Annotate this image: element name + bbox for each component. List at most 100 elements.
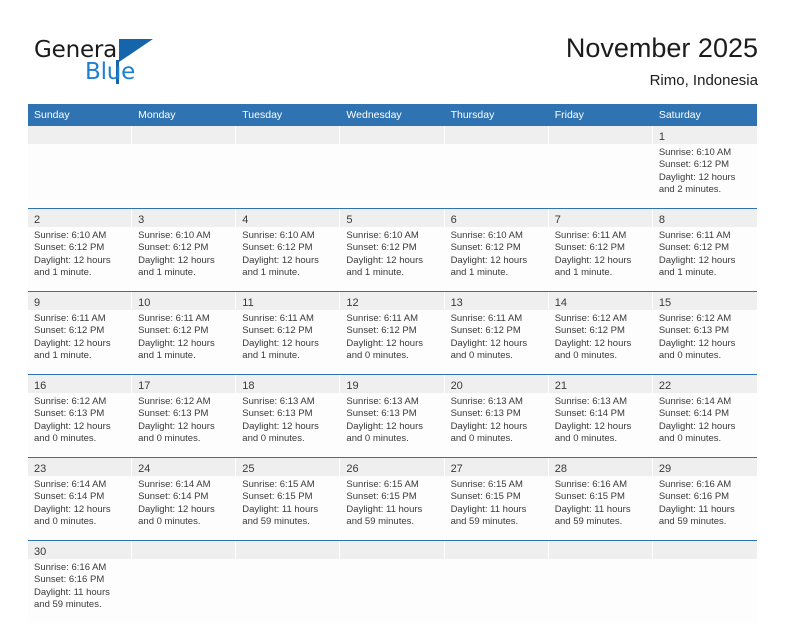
- calendar-week-row: 30 Sunrise: 6:16 AM Sunset: 6:16 PM Dayligh…: [28, 540, 757, 623]
- day-cell[interactable]: 10 Sunrise: 6:11 AM Sunset: 6:12 PM Dayligh…: [132, 292, 237, 374]
- day-details: [28, 144, 132, 208]
- daylight-text-cont: and 59 minutes.: [242, 516, 310, 528]
- week-days: 9 Sunrise: 6:11 AM Sunset: 6:12 PM Daylight…: [28, 292, 757, 374]
- day-details: Sunrise: 6:14 AM Sunset: 6:14 PM Daylight:…: [28, 476, 132, 540]
- daylight-text: Daylight: 12 hours: [34, 254, 111, 266]
- general-blue-logo[interactable]: General Blue: [34, 38, 224, 90]
- day-number-band: 25: [236, 458, 341, 476]
- day-number-band: 24: [132, 458, 237, 476]
- daylight-text-cont: and 1 minute.: [450, 267, 509, 279]
- day-cell[interactable]: 25 Sunrise: 6:15 AM Sunset: 6:15 PM Dayligh…: [236, 458, 341, 540]
- day-number-band: [444, 541, 549, 559]
- daylight-text: Daylight: 11 hours: [242, 503, 319, 515]
- day-number: 30: [34, 546, 47, 558]
- day-number-band: 23: [28, 458, 133, 476]
- day-number: 28: [554, 463, 567, 475]
- day-cell-empty: [236, 126, 341, 208]
- day-cell-empty: [132, 126, 237, 208]
- day-cell[interactable]: 6 Sunrise: 6:10 AM Sunset: 6:12 PM Daylight…: [444, 209, 549, 291]
- week-days: 2 Sunrise: 6:10 AM Sunset: 6:12 PM Daylight…: [28, 209, 757, 291]
- day-cell[interactable]: 21 Sunrise: 6:13 AM Sunset: 6:14 PM Dayligh…: [548, 375, 653, 457]
- day-cell[interactable]: 23 Sunrise: 6:14 AM Sunset: 6:14 PM Dayligh…: [28, 458, 133, 540]
- daylight-text-cont: and 0 minutes.: [554, 433, 618, 445]
- sunset-text: Sunset: 6:15 PM: [242, 491, 313, 503]
- week-days: 16 Sunrise: 6:12 AM Sunset: 6:13 PM Dayligh…: [28, 375, 757, 457]
- day-number: 17: [138, 380, 151, 392]
- day-cell[interactable]: 7 Sunrise: 6:11 AM Sunset: 6:12 PM Daylight…: [548, 209, 653, 291]
- day-number-band: 1: [652, 126, 757, 144]
- day-cell[interactable]: 1 Sunrise: 6:10 AM Sunset: 6:12 PM Daylight…: [652, 126, 757, 208]
- daylight-text: Daylight: 12 hours: [658, 171, 736, 183]
- day-cell[interactable]: 19 Sunrise: 6:13 AM Sunset: 6:13 PM Dayligh…: [340, 375, 445, 457]
- day-cell[interactable]: 4 Sunrise: 6:10 AM Sunset: 6:12 PM Daylight…: [236, 209, 341, 291]
- daylight-text-cont: and 0 minutes.: [34, 433, 97, 445]
- day-cell[interactable]: 27 Sunrise: 6:15 AM Sunset: 6:15 PM Dayligh…: [444, 458, 549, 540]
- day-details: [445, 144, 549, 208]
- day-details: Sunrise: 6:12 AM Sunset: 6:12 PM Daylight:…: [549, 310, 653, 374]
- day-details: Sunrise: 6:16 AM Sunset: 6:16 PM Daylight:…: [653, 476, 757, 540]
- day-number-band: 4: [236, 209, 341, 227]
- weekday-header-friday: Friday: [554, 109, 584, 121]
- day-cell[interactable]: 9 Sunrise: 6:11 AM Sunset: 6:12 PM Daylight…: [28, 292, 133, 374]
- day-cell[interactable]: 13 Sunrise: 6:11 AM Sunset: 6:12 PM Dayligh…: [444, 292, 549, 374]
- sunrise-text: Sunrise: 6:16 AM: [34, 562, 107, 573]
- daylight-text-cont: and 1 minute.: [138, 350, 196, 362]
- day-details: [236, 144, 340, 208]
- day-details: Sunrise: 6:11 AM Sunset: 6:12 PM Daylight:…: [28, 310, 132, 374]
- day-cell-empty: [236, 541, 341, 623]
- day-details: Sunrise: 6:15 AM Sunset: 6:15 PM Daylight:…: [236, 476, 340, 540]
- daylight-text-cont: and 1 minute.: [242, 350, 300, 362]
- day-number: 2: [34, 214, 41, 226]
- day-details: Sunrise: 6:10 AM Sunset: 6:12 PM Daylight:…: [132, 227, 236, 291]
- day-cell[interactable]: 29 Sunrise: 6:16 AM Sunset: 6:16 PM Dayligh…: [652, 458, 757, 540]
- day-cell[interactable]: 12 Sunrise: 6:11 AM Sunset: 6:12 PM Dayligh…: [340, 292, 445, 374]
- day-cell[interactable]: 15 Sunrise: 6:12 AM Sunset: 6:13 PM Dayligh…: [652, 292, 757, 374]
- day-details: [132, 144, 236, 208]
- day-cell[interactable]: 3 Sunrise: 6:10 AM Sunset: 6:12 PM Daylight…: [132, 209, 237, 291]
- day-cell[interactable]: 2 Sunrise: 6:10 AM Sunset: 6:12 PM Daylight…: [28, 209, 133, 291]
- day-details: Sunrise: 6:10 AM Sunset: 6:12 PM Daylight:…: [340, 227, 444, 291]
- day-details: [549, 559, 653, 623]
- day-number-band: [236, 126, 341, 144]
- day-cell[interactable]: 22 Sunrise: 6:14 AM Sunset: 6:14 PM Dayligh…: [652, 375, 757, 457]
- daylight-text: Daylight: 12 hours: [450, 337, 528, 349]
- day-cell[interactable]: 16 Sunrise: 6:12 AM Sunset: 6:13 PM Dayligh…: [28, 375, 133, 457]
- day-cell[interactable]: 30 Sunrise: 6:16 AM Sunset: 6:16 PM Dayligh…: [28, 541, 133, 623]
- day-cell[interactable]: 20 Sunrise: 6:13 AM Sunset: 6:13 PM Dayligh…: [444, 375, 549, 457]
- sunrise-text: Sunrise: 6:15 AM: [242, 479, 315, 490]
- day-number: 13: [450, 297, 463, 309]
- daylight-text: Daylight: 12 hours: [138, 420, 215, 432]
- calendar-table: Sunday Monday Tuesday Wednesday Thursday Frid…: [28, 104, 757, 623]
- day-number-band: 2: [28, 209, 133, 227]
- sunrise-text: Sunrise: 6:10 AM: [346, 230, 419, 241]
- day-details: Sunrise: 6:16 AM Sunset: 6:15 PM Daylight:…: [549, 476, 653, 540]
- day-number: 23: [34, 463, 47, 475]
- sunset-text: Sunset: 6:16 PM: [34, 574, 105, 586]
- day-cell[interactable]: 8 Sunrise: 6:11 AM Sunset: 6:12 PM Daylight…: [652, 209, 757, 291]
- day-cell[interactable]: 24 Sunrise: 6:14 AM Sunset: 6:14 PM Dayligh…: [132, 458, 237, 540]
- day-cell[interactable]: 26 Sunrise: 6:15 AM Sunset: 6:15 PM Dayligh…: [340, 458, 445, 540]
- sunset-text: Sunset: 6:12 PM: [34, 325, 105, 337]
- day-cell[interactable]: 5 Sunrise: 6:10 AM Sunset: 6:12 PM Daylight…: [340, 209, 445, 291]
- daylight-text: Daylight: 11 hours: [450, 503, 527, 515]
- calendar-page: General Blue November 2025 Rimo, Indones…: [0, 0, 792, 623]
- sunrise-text: Sunrise: 6:10 AM: [242, 230, 315, 241]
- day-number-band: 15: [652, 292, 757, 310]
- day-details: Sunrise: 6:13 AM Sunset: 6:13 PM Daylight:…: [340, 393, 444, 457]
- day-cell[interactable]: 14 Sunrise: 6:12 AM Sunset: 6:12 PM Dayligh…: [548, 292, 653, 374]
- sunset-text: Sunset: 6:12 PM: [658, 242, 730, 254]
- daylight-text-cont: and 0 minutes.: [346, 433, 409, 445]
- daylight-text: Daylight: 12 hours: [450, 420, 528, 432]
- weekday-header-wednesday: Wednesday: [346, 109, 402, 121]
- daylight-text-cont: and 0 minutes.: [138, 516, 201, 528]
- day-cell[interactable]: 11 Sunrise: 6:11 AM Sunset: 6:12 PM Dayligh…: [236, 292, 341, 374]
- daylight-text-cont: and 59 minutes.: [450, 516, 519, 528]
- week-days: 23 Sunrise: 6:14 AM Sunset: 6:14 PM Dayligh…: [28, 458, 757, 540]
- daylight-text-cont: and 59 minutes.: [34, 599, 102, 611]
- day-cell[interactable]: 18 Sunrise: 6:13 AM Sunset: 6:13 PM Dayligh…: [236, 375, 341, 457]
- day-number-band: 7: [548, 209, 653, 227]
- day-details: Sunrise: 6:15 AM Sunset: 6:15 PM Daylight:…: [445, 476, 549, 540]
- sunrise-text: Sunrise: 6:10 AM: [658, 147, 732, 158]
- day-cell[interactable]: 28 Sunrise: 6:16 AM Sunset: 6:15 PM Dayligh…: [548, 458, 653, 540]
- day-cell[interactable]: 17 Sunrise: 6:12 AM Sunset: 6:13 PM Dayligh…: [132, 375, 237, 457]
